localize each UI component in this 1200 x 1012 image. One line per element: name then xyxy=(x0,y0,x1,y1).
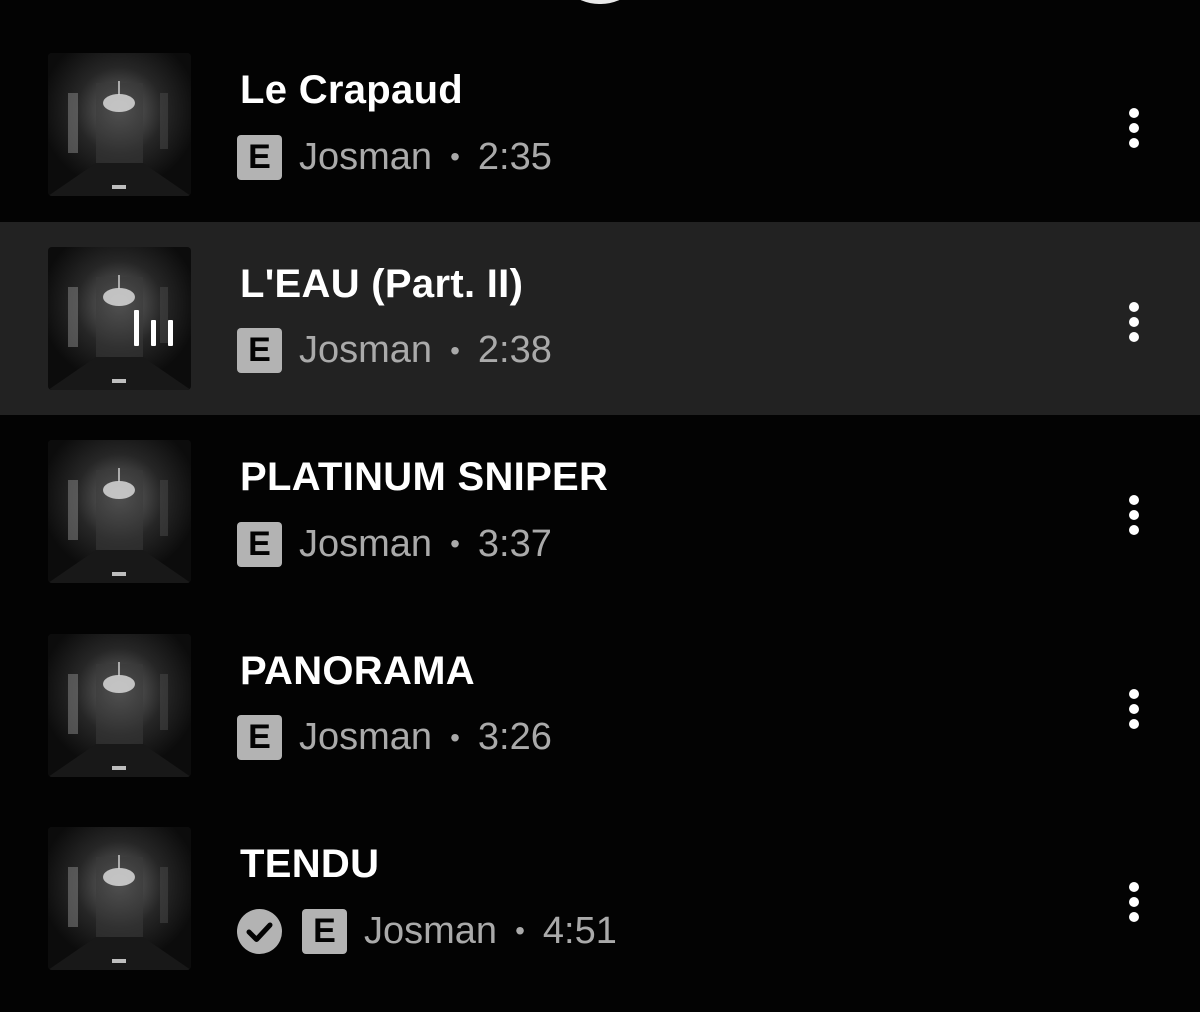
meta-separator: • xyxy=(515,915,525,946)
track-row-playing[interactable]: L'EAU (Part. II) E Josman • 2:38 xyxy=(0,221,1200,415)
track-meta: E Josman • 2:35 xyxy=(237,134,552,180)
equalizer-icon xyxy=(134,309,178,346)
more-vertical-icon[interactable] xyxy=(1112,485,1156,545)
meta-separator: • xyxy=(450,334,460,366)
more-vertical-icon[interactable] xyxy=(1112,679,1156,739)
track-meta: E Josman • 3:37 xyxy=(237,521,552,567)
track-artist: Josman xyxy=(299,522,433,565)
track-duration: 2:35 xyxy=(477,135,552,178)
track-artist: Josman xyxy=(299,329,433,371)
explicit-badge: E xyxy=(237,134,282,180)
drag-handle[interactable] xyxy=(555,0,645,4)
track-row[interactable]: PLATINUM SNIPER E Josman • 3:37 xyxy=(0,415,1200,609)
explicit-badge: E xyxy=(237,521,282,567)
track-title: PANORAMA xyxy=(240,648,475,693)
track-title: Le Crapaud xyxy=(240,68,464,112)
track-row[interactable]: PANORAMA E Josman • 3:26 xyxy=(0,609,1200,803)
explicit-badge: E xyxy=(237,328,282,373)
track-duration: 2:38 xyxy=(477,329,552,371)
track-duration: 4:51 xyxy=(542,909,617,952)
meta-separator: • xyxy=(450,141,460,172)
track-duration: 3:26 xyxy=(477,716,552,758)
more-vertical-icon[interactable] xyxy=(1112,872,1156,932)
track-row[interactable]: Le Crapaud E Josman • 2:35 xyxy=(0,28,1200,222)
meta-separator: • xyxy=(450,528,460,559)
track-artist: Josman xyxy=(364,909,498,952)
track-artist: Josman xyxy=(299,716,433,758)
track-title: PLATINUM SNIPER xyxy=(240,455,609,499)
album-art xyxy=(48,53,191,196)
more-vertical-icon[interactable] xyxy=(1112,98,1156,158)
track-row[interactable]: TENDU E Josman • 4:51 xyxy=(0,802,1200,996)
album-art xyxy=(48,633,191,777)
track-artist: Josman xyxy=(299,135,433,178)
explicit-badge: E xyxy=(237,715,282,760)
track-meta: E Josman • 3:26 xyxy=(237,715,552,760)
more-vertical-icon[interactable] xyxy=(1112,292,1156,352)
track-title: TENDU xyxy=(240,842,380,886)
check-circle-icon xyxy=(237,908,282,954)
track-duration: 3:37 xyxy=(477,522,552,565)
explicit-badge: E xyxy=(302,908,347,954)
meta-separator: • xyxy=(450,721,460,753)
track-title: L'EAU (Part. II) xyxy=(240,261,524,306)
track-meta: E Josman • 2:38 xyxy=(237,328,552,373)
track-list: Le Crapaud E Josman • 2:35 L'EAU (Part. … xyxy=(0,28,1200,996)
album-art xyxy=(48,827,191,970)
album-art xyxy=(48,440,191,583)
track-meta: E Josman • 4:51 xyxy=(237,908,617,954)
